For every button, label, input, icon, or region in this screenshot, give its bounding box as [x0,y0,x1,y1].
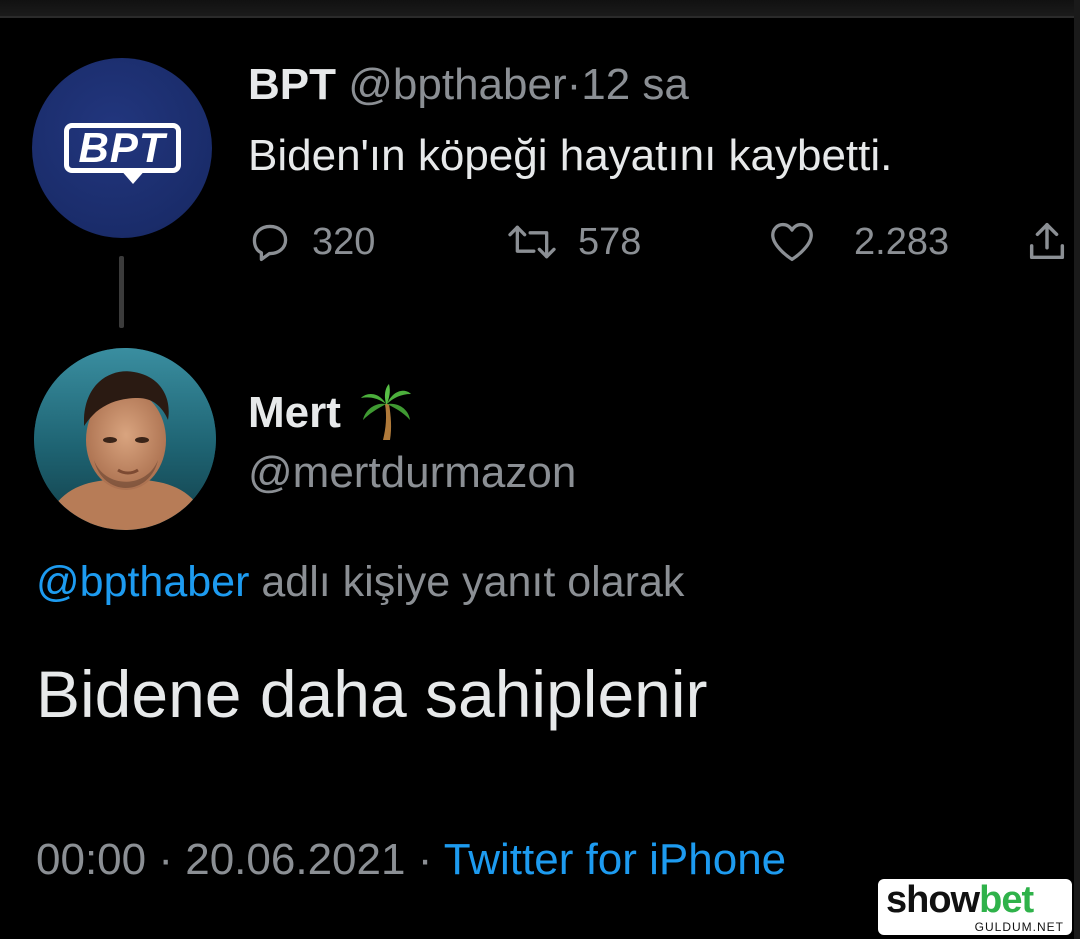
profile-photo [34,348,216,530]
replying-to-line: @bpthaber adlı kişiye yanıt olarak [36,555,684,609]
palm-tree-icon [360,384,411,440]
parent-author-handle[interactable]: @bpthaber [348,60,566,109]
watermark-brand-show: show [886,879,980,921]
share-icon [1029,223,1065,260]
like-count: 2.283 [854,220,950,263]
share-button[interactable] [1024,218,1070,266]
reply-author-name[interactable]: Mert [248,386,341,440]
replying-to-suffix: adlı kişiye yanıt olarak [261,558,685,606]
reply-count: 320 [312,220,376,263]
window-top-edge [0,0,1080,18]
watermark-subtext: GULDUM.NET [974,920,1064,934]
retweet-icon [508,225,556,259]
bpt-logo-tail [118,168,147,184]
tweet-time[interactable]: 00:00 [36,835,146,884]
tweet-source-link[interactable]: Twitter for iPhone [444,835,786,884]
watermark-brand: showbet [886,881,1064,919]
reply-icon [252,224,288,262]
reply-button[interactable]: 320 [248,218,375,266]
parent-author-name[interactable]: BPT [248,60,336,109]
replying-to-handle-link[interactable]: @bpthaber [36,558,249,606]
tweet-date[interactable]: 20.06.2021 [185,835,405,884]
tweet-metadata: 00:00 · 20.06.2021 · Twitter for iPhone [36,832,786,888]
parent-tweet-header: BPT @bpthaber·12 sa [248,58,689,112]
window-right-edge [1074,0,1080,939]
like-button[interactable]: 2.283 [768,218,949,266]
parent-tweet-time[interactable]: 12 sa [581,60,689,109]
bpt-logo: BPT [63,123,181,184]
parent-header-separator: · [566,60,582,109]
bpt-logo-text: BPT [78,124,166,171]
retweet-count: 578 [578,220,642,263]
retweet-button[interactable]: 578 [504,218,641,266]
reply-author-handle[interactable]: @mertdurmazon [248,446,576,500]
reply-tweet-text: Bidene daha sahiplenir [36,657,708,731]
watermark-brand-bet: bet [979,879,1034,921]
reply-author-name-row: Mert [248,384,413,442]
like-icon [771,222,813,262]
meta-separator-1: · [158,835,173,884]
bpt-avatar[interactable]: BPT [32,58,212,238]
thread-connector-line [119,256,124,328]
parent-tweet-text: Biden'ın köpeği hayatını kaybetti. [248,131,893,180]
showbet-watermark: showbet GULDUM.NET [878,879,1072,935]
meta-separator-2: · [417,835,433,884]
mert-avatar[interactable] [34,348,216,530]
